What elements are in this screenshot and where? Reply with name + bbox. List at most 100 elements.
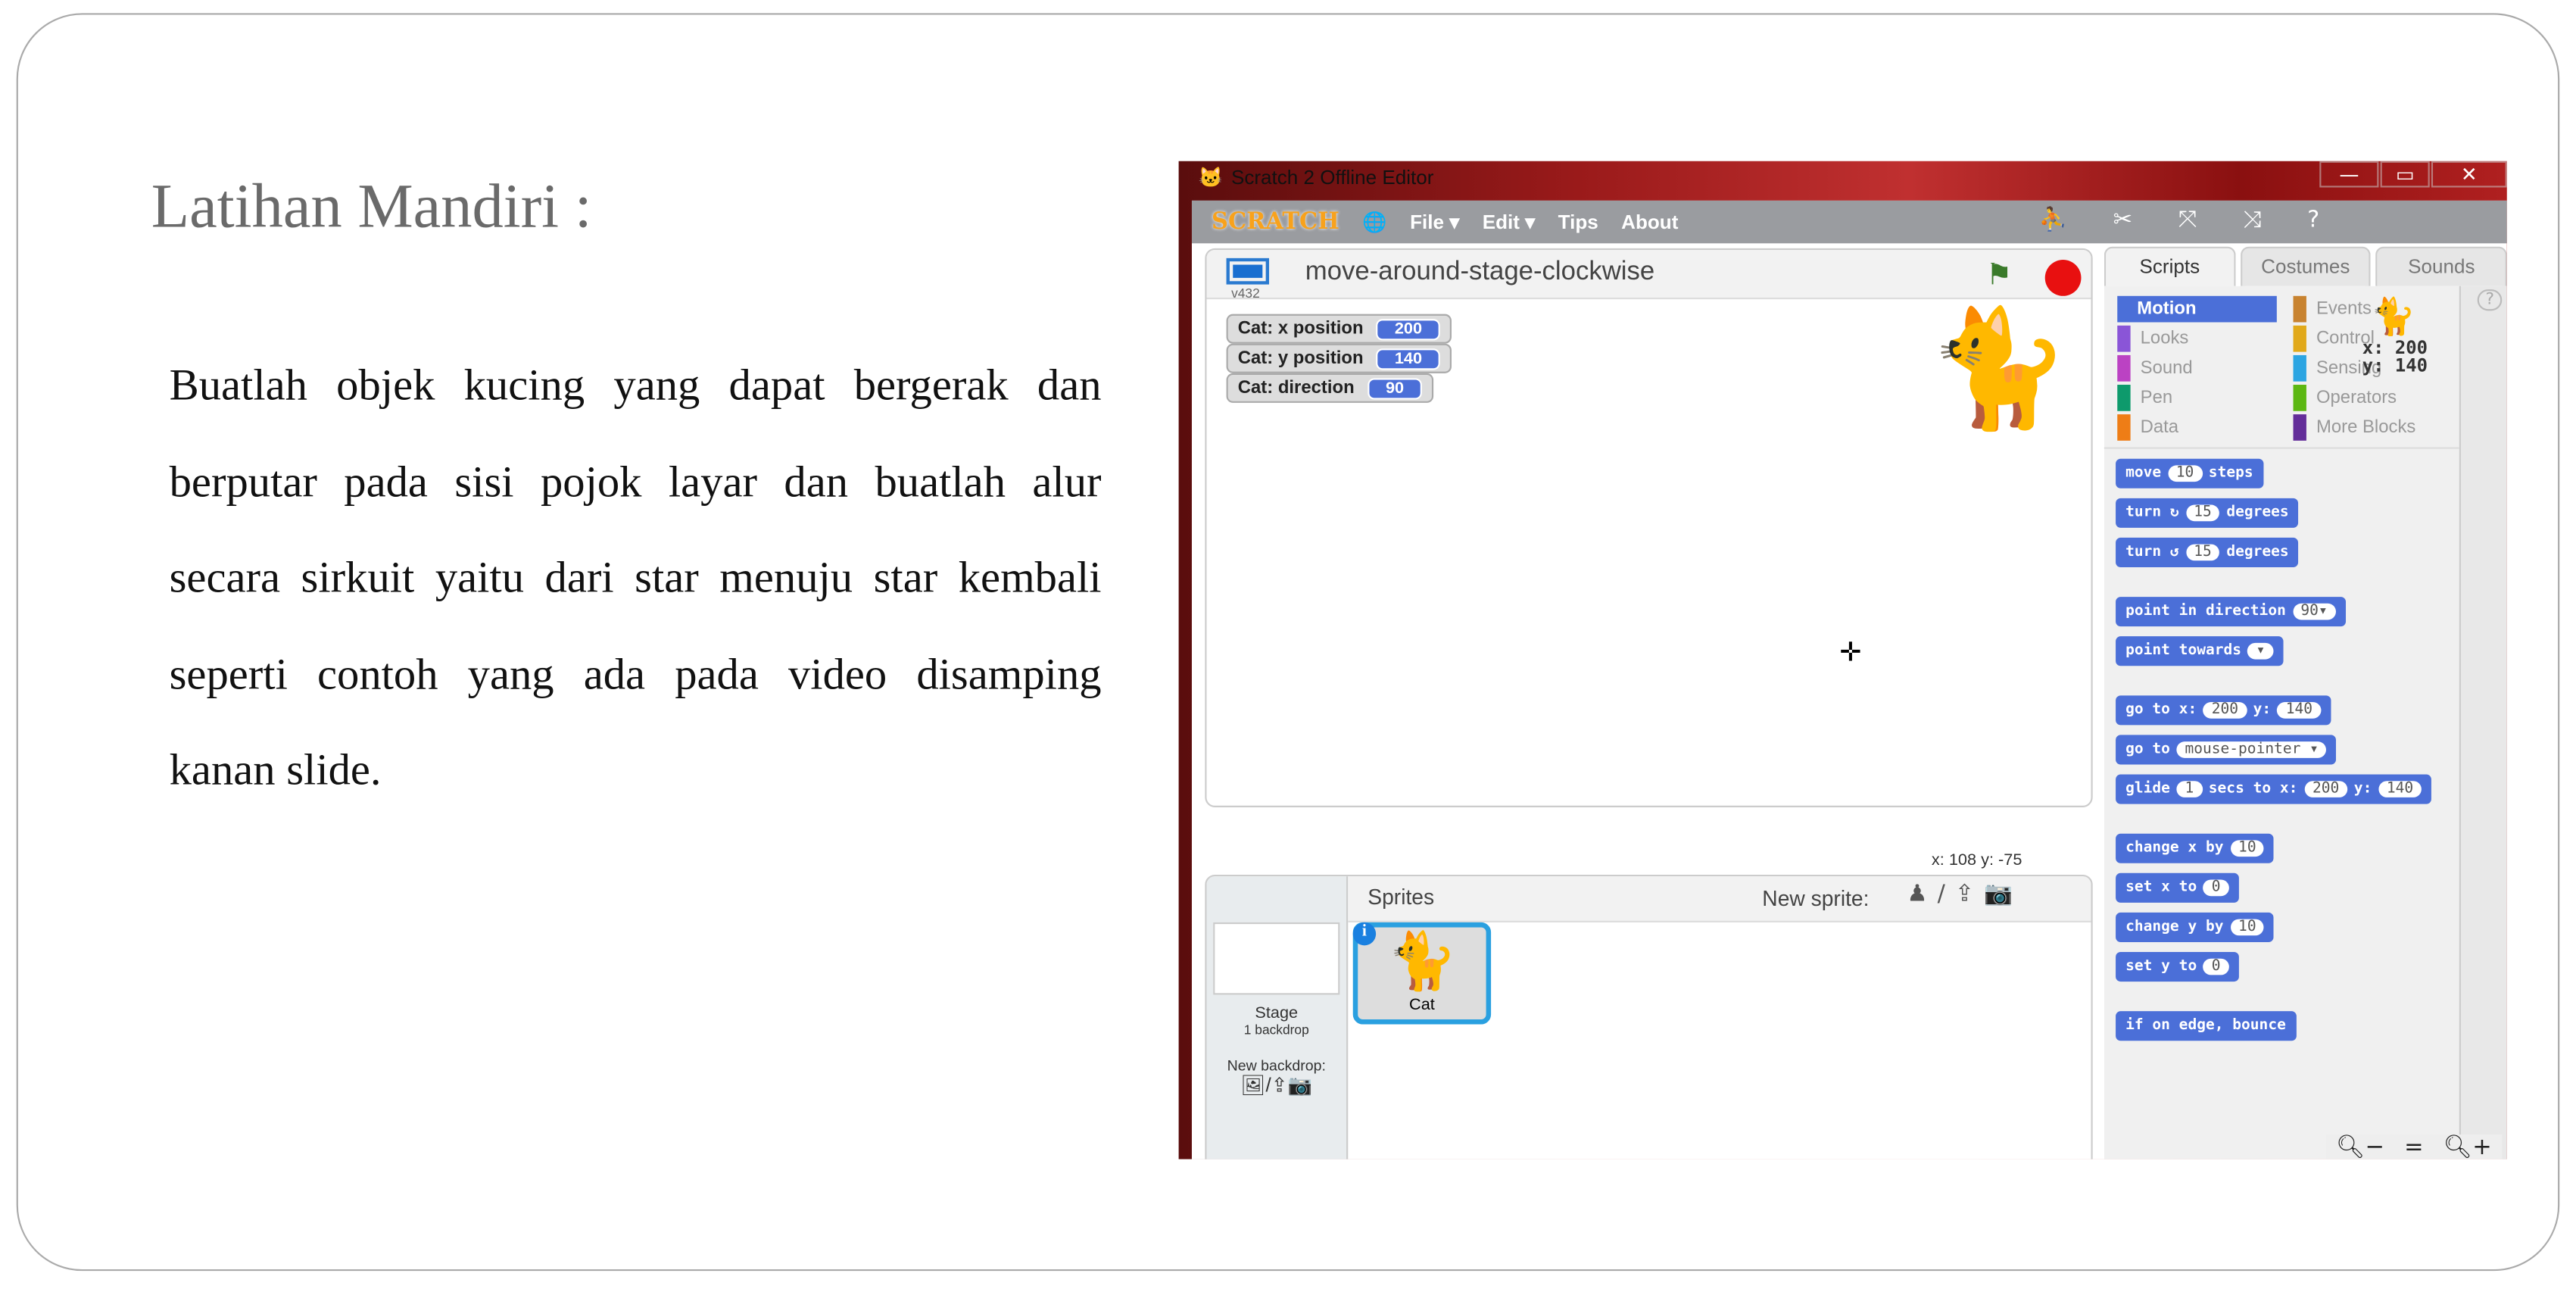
- sprites-panel: Stage 1 backdrop New backdrop: 🖼/⇪📷 Spri…: [1205, 874, 2093, 1159]
- shrink-icon[interactable]: ⤨: [2243, 208, 2261, 234]
- upload-icon[interactable]: ⇪: [1955, 882, 1985, 908]
- category-label: Events: [2316, 299, 2372, 320]
- backdrop-library-icon[interactable]: 🖼: [1240, 1074, 1265, 1097]
- motion-block[interactable]: go to x: 200 y: 140: [2116, 695, 2331, 726]
- motion-block[interactable]: turn ↻ 15 degrees: [2116, 498, 2299, 528]
- zoom-in-icon[interactable]: 🔍︎+: [2443, 1135, 2492, 1159]
- monitor-x-position[interactable]: Cat: x position 200: [1226, 314, 1452, 344]
- stage-label: Stage: [1255, 1004, 1299, 1023]
- menu-tips[interactable]: Tips: [1558, 211, 1598, 233]
- motion-block[interactable]: go to mouse-pointer ▾: [2116, 735, 2337, 765]
- category-sound[interactable]: Sound: [2117, 354, 2277, 382]
- cut-icon[interactable]: ✂: [2113, 208, 2132, 234]
- category-motion[interactable]: Motion: [2117, 295, 2277, 323]
- block-input[interactable]: 140: [2277, 702, 2321, 719]
- category-color-swatch: [2117, 325, 2131, 352]
- motion-block[interactable]: change y by 10: [2116, 912, 2275, 942]
- motion-block[interactable]: point in direction 90▾: [2116, 597, 2346, 627]
- category-label: Motion: [2137, 299, 2197, 320]
- motion-block[interactable]: glide 1 secs to x: 200 y: 140: [2116, 774, 2432, 804]
- tab-sounds[interactable]: Sounds: [2375, 246, 2507, 286]
- block-input[interactable]: 0: [2203, 879, 2229, 897]
- camera-icon[interactable]: 📷: [1288, 1074, 1312, 1097]
- motion-block[interactable]: set x to 0: [2116, 872, 2239, 903]
- block-input[interactable]: 10: [2167, 465, 2203, 482]
- project-name-field[interactable]: move-around-stage-clockwise: [1305, 258, 1654, 288]
- block-text: turn ↻: [2125, 504, 2179, 522]
- sprite-info-cat-icon: 🐈: [2370, 295, 2416, 338]
- block-input[interactable]: 10: [2230, 840, 2265, 857]
- menu-about[interactable]: About: [1621, 211, 1678, 233]
- category-pen[interactable]: Pen: [2117, 385, 2277, 411]
- help-icon[interactable]: ?: [2477, 289, 2503, 311]
- sprite-x: x: 200: [2362, 337, 2428, 359]
- paint-icon[interactable]: /: [1938, 882, 1955, 908]
- category-color-swatch: [2117, 354, 2131, 382]
- block-input[interactable]: 15: [2185, 504, 2220, 522]
- category-more-blocks[interactable]: More Blocks: [2293, 414, 2453, 441]
- category-color-swatch: [2293, 414, 2306, 441]
- info-icon[interactable]: i: [1352, 922, 1377, 946]
- motion-block[interactable]: if on edge, bounce: [2116, 1011, 2296, 1041]
- cat-thumbnail-icon: 🐈: [1386, 930, 1457, 994]
- block-palette: Motion Events Looks Control Sound Sensing Pen O…: [2104, 286, 2461, 1159]
- motion-block[interactable]: set y to 0: [2116, 952, 2239, 982]
- block-text: set x to: [2125, 879, 2197, 897]
- minimize-button[interactable]: —: [2319, 161, 2379, 188]
- fullscreen-icon[interactable]: [1226, 257, 1270, 285]
- category-operators[interactable]: Operators: [2293, 385, 2453, 411]
- sprite-library-icon[interactable]: ♟: [1907, 882, 1937, 908]
- zoom-out-icon[interactable]: 🔍︎−: [2336, 1135, 2384, 1159]
- menu-file[interactable]: File ▾: [1410, 211, 1459, 233]
- stage-backdrop-count: 1 backdrop: [1243, 1022, 1309, 1038]
- category-color-swatch: [2293, 325, 2306, 352]
- scratch-logo[interactable]: SCRATCH: [1212, 209, 1339, 236]
- green-flag-icon[interactable]: ⚑: [1986, 258, 2013, 293]
- scripts-area[interactable]: ? 🐈 x: 200 y: 140: [2362, 286, 2507, 1159]
- block-text: glide: [2125, 781, 2170, 797]
- block-input[interactable]: 90▾: [2292, 603, 2336, 620]
- category-looks[interactable]: Looks: [2117, 325, 2277, 352]
- block-text: change x by: [2125, 840, 2224, 857]
- camera-icon[interactable]: 📷: [1984, 882, 2022, 908]
- category-label: Pen: [2140, 388, 2173, 408]
- stage-column: Stage 1 backdrop New backdrop: 🖼/⇪📷: [1206, 876, 1349, 1159]
- block-text: turn ↺: [2125, 544, 2179, 561]
- stop-icon[interactable]: [2044, 260, 2082, 296]
- upload-icon[interactable]: ⇪: [1271, 1074, 1288, 1097]
- monitor-y-position[interactable]: Cat: y position 140: [1226, 343, 1452, 373]
- category-label: Sound: [2140, 358, 2193, 379]
- stage-thumbnail[interactable]: [1213, 922, 1340, 995]
- block-text: steps: [2208, 465, 2253, 482]
- scratch-app-icon: 🐱: [1198, 166, 1224, 189]
- tab-scripts[interactable]: Scripts: [2104, 246, 2235, 286]
- block-input[interactable]: mouse-pointer ▾: [2176, 741, 2327, 758]
- motion-block[interactable]: move 10 steps: [2116, 458, 2263, 488]
- block-input[interactable]: ▾: [2247, 642, 2274, 660]
- cat-sprite[interactable]: 🐈: [1926, 302, 2069, 437]
- motion-block[interactable]: point towards ▾: [2116, 636, 2284, 666]
- category-data[interactable]: Data: [2117, 414, 2277, 441]
- maximize-button[interactable]: ▭: [2380, 161, 2430, 188]
- duplicate-icon[interactable]: ⛹: [2038, 208, 2067, 234]
- block-input[interactable]: 140: [2378, 781, 2422, 797]
- monitor-direction[interactable]: Cat: direction 90: [1226, 373, 1434, 403]
- category-label: Operators: [2316, 388, 2397, 408]
- grow-icon[interactable]: ⤧: [2178, 208, 2197, 234]
- tab-costumes[interactable]: Costumes: [2240, 246, 2372, 286]
- stage-header: v432 move-around-stage-clockwise ⚑: [1206, 249, 2091, 301]
- block-input[interactable]: 200: [2203, 702, 2247, 719]
- block-input[interactable]: 0: [2203, 958, 2229, 975]
- block-input[interactable]: 200: [2304, 781, 2348, 797]
- sprite-thumbnail-cat[interactable]: i 🐈 Cat: [1352, 922, 1492, 1025]
- help-icon[interactable]: ?: [2307, 208, 2319, 234]
- globe-icon[interactable]: 🌐: [1362, 211, 1386, 233]
- zoom-reset-icon[interactable]: =: [2404, 1135, 2423, 1159]
- block-input[interactable]: 10: [2230, 919, 2265, 936]
- block-input[interactable]: 15: [2185, 544, 2220, 561]
- block-input[interactable]: 1: [2176, 781, 2203, 797]
- motion-block[interactable]: turn ↺ 15 degrees: [2116, 537, 2299, 567]
- menu-edit[interactable]: Edit ▾: [1483, 211, 1536, 233]
- close-button[interactable]: ✕: [2431, 161, 2507, 188]
- motion-block[interactable]: change x by 10: [2116, 833, 2275, 863]
